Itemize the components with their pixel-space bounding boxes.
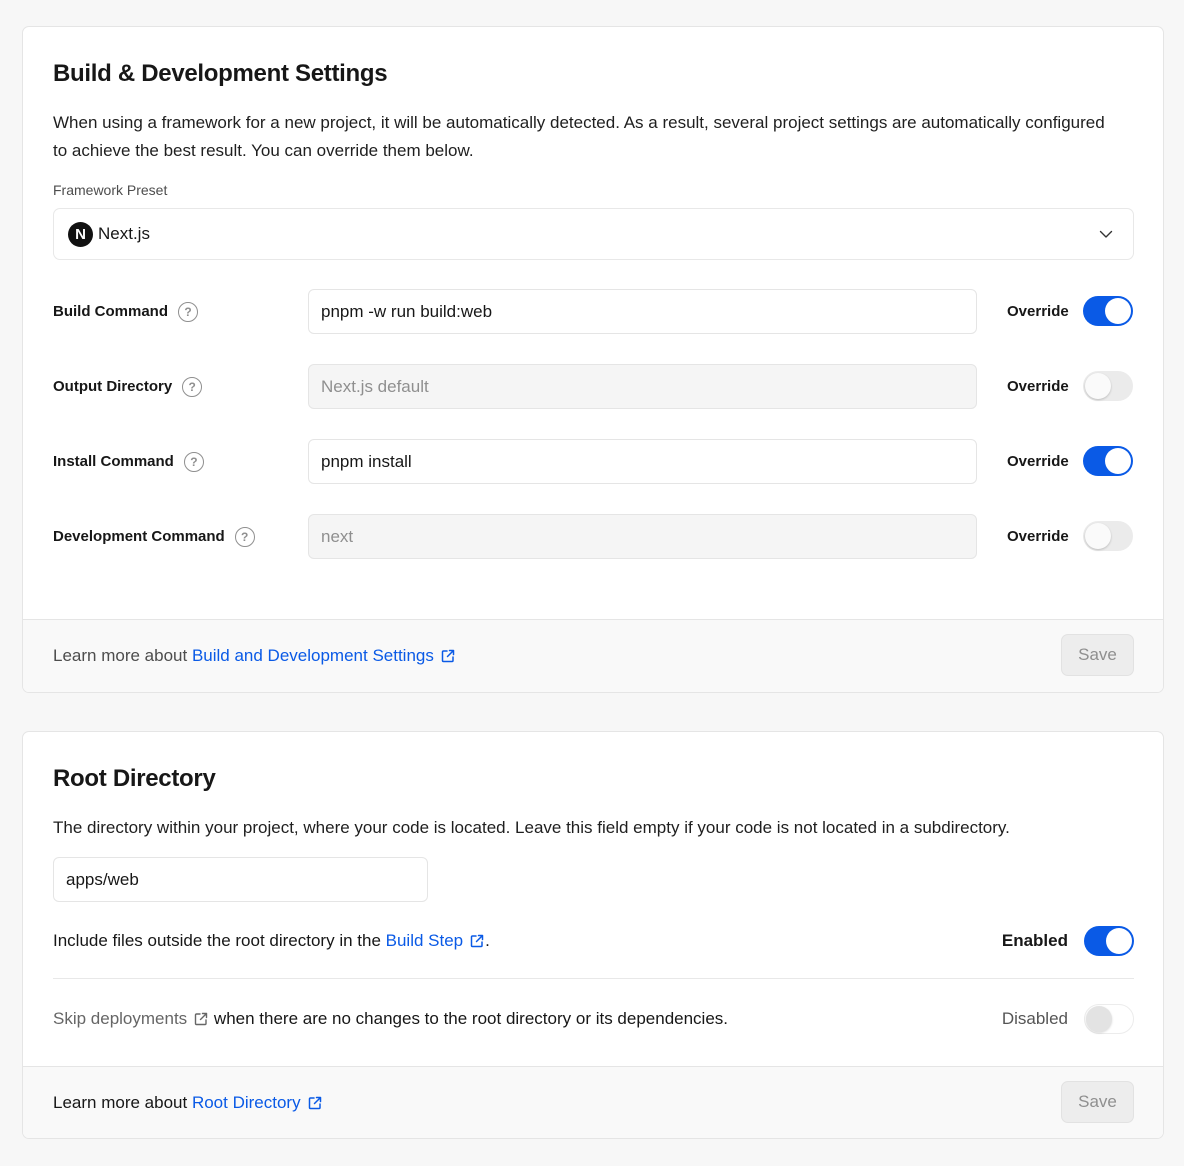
card-description: The directory within your project, where… (53, 818, 1010, 837)
development-command-input[interactable] (308, 514, 977, 559)
help-icon[interactable]: ? (183, 451, 204, 472)
build-command-label: Build Command ? (53, 289, 198, 334)
skip-deployments-link[interactable]: Skip deployments (53, 1009, 209, 1029)
framework-preset-select[interactable]: N Next.js (53, 208, 1134, 260)
install-command-label: Install Command ? (53, 439, 204, 484)
override-label: Override (1007, 528, 1069, 545)
save-button[interactable]: Save (1061, 1081, 1134, 1123)
build-command-override-toggle[interactable] (1083, 296, 1133, 326)
external-link-icon (470, 934, 484, 948)
output-directory-input[interactable] (308, 364, 977, 409)
chevron-down-icon (1099, 230, 1113, 238)
help-icon[interactable]: ? (234, 526, 255, 547)
card-footer: Learn more about Build and Development S… (23, 619, 1163, 692)
override-label: Override (1007, 453, 1069, 470)
output-directory-row: Output Directory ? Override (53, 364, 1134, 409)
nextjs-logo-icon: N (68, 221, 93, 247)
toggle-knob (1105, 448, 1131, 474)
root-directory-input[interactable] (53, 857, 428, 902)
include-files-text: Include files outside the root directory… (53, 931, 381, 950)
build-step-link[interactable]: Build Step (386, 931, 486, 951)
output-directory-override-toggle[interactable] (1083, 371, 1133, 401)
framework-preset-value: Next.js (98, 224, 150, 243)
external-link-icon (308, 1096, 321, 1109)
card-title: Build & Development Settings (53, 60, 388, 87)
help-icon[interactable]: ? (178, 301, 198, 322)
card-description: When using a framework for a new project… (53, 113, 1105, 160)
root-directory-card: Root Directory The directory within your… (22, 731, 1164, 1139)
development-command-label: Development Command ? (53, 514, 255, 559)
root-directory-docs-link[interactable]: Root Directory (192, 1093, 323, 1113)
override-label: Override (1007, 303, 1069, 320)
skip-deployments-text: when there are no changes to the root di… (213, 1009, 729, 1028)
save-button[interactable]: Save (1061, 634, 1134, 676)
card-title: Root Directory (53, 765, 216, 792)
learn-more-text: Learn more about Root Directory (53, 1067, 323, 1138)
output-directory-label: Output Directory ? (53, 364, 203, 409)
skip-deployments-state-label: Disabled (1001, 1009, 1068, 1028)
toggle-knob (1105, 298, 1131, 324)
toggle-knob (1086, 1006, 1112, 1032)
card-footer: Learn more about Root Directory Save (23, 1066, 1163, 1138)
override-label: Override (1007, 378, 1069, 395)
build-command-row: Build Command ? Override (53, 289, 1134, 334)
toggle-knob (1106, 928, 1132, 954)
learn-more-text: Learn more about Build and Development S… (53, 620, 456, 692)
include-files-state-label: Enabled (1001, 931, 1068, 950)
install-command-row: Install Command ? Override (53, 439, 1134, 484)
external-link-icon (441, 649, 455, 663)
build-command-input[interactable] (308, 289, 977, 334)
development-command-override-toggle[interactable] (1083, 521, 1133, 551)
skip-deployments-toggle[interactable] (1084, 1004, 1134, 1034)
build-settings-docs-link[interactable]: Build and Development Settings (192, 646, 456, 666)
divider (53, 978, 1134, 979)
external-link-icon (194, 1012, 208, 1026)
install-command-input[interactable] (308, 439, 977, 484)
include-files-toggle[interactable] (1084, 926, 1134, 956)
help-icon[interactable]: ? (182, 376, 203, 397)
install-command-override-toggle[interactable] (1083, 446, 1133, 476)
framework-preset-label: Framework Preset (53, 182, 168, 198)
development-command-row: Development Command ? Override (53, 514, 1134, 559)
toggle-knob (1085, 523, 1111, 549)
skip-deployments-setting: Skip deployments when there are no chang… (53, 1001, 1134, 1037)
build-development-settings-card: Build & Development Settings When using … (22, 26, 1164, 693)
include-files-setting: Include files outside the root directory… (53, 923, 1134, 959)
toggle-knob (1085, 373, 1111, 399)
